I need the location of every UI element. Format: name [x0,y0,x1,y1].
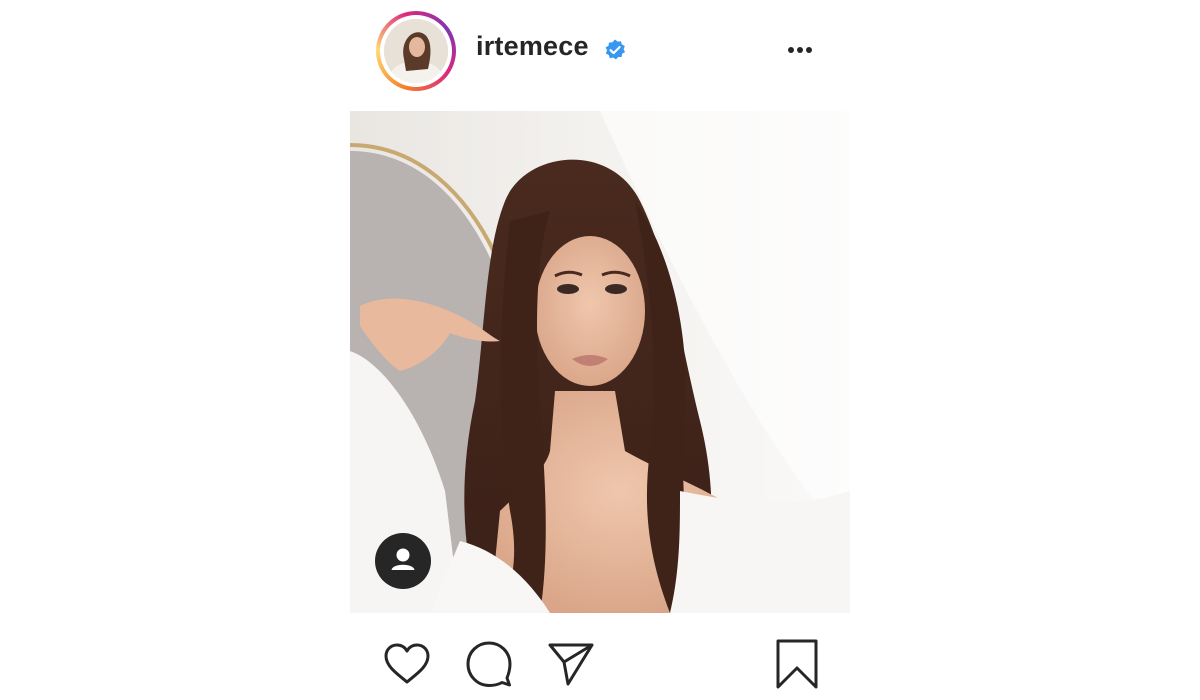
paper-plane-icon[interactable] [544,637,598,691]
tag-people-button[interactable] [375,533,431,589]
avatar-icon [384,19,448,83]
post-photo[interactable] [350,111,850,613]
verified-badge-icon [605,39,625,60]
instagram-post: irtemece [0,0,1200,700]
post-actions [350,625,850,700]
post-header: irtemece [350,0,850,102]
heart-icon[interactable] [380,637,434,691]
more-options-icon[interactable] [782,36,818,64]
avatar-photo [384,19,448,83]
avatar-inner-ring [380,15,452,87]
user-tag-icon [391,548,415,570]
profile-avatar[interactable] [376,11,456,91]
bookmark-icon[interactable] [770,637,824,691]
comment-icon[interactable] [462,637,516,691]
username-link[interactable]: irtemece [476,31,589,62]
